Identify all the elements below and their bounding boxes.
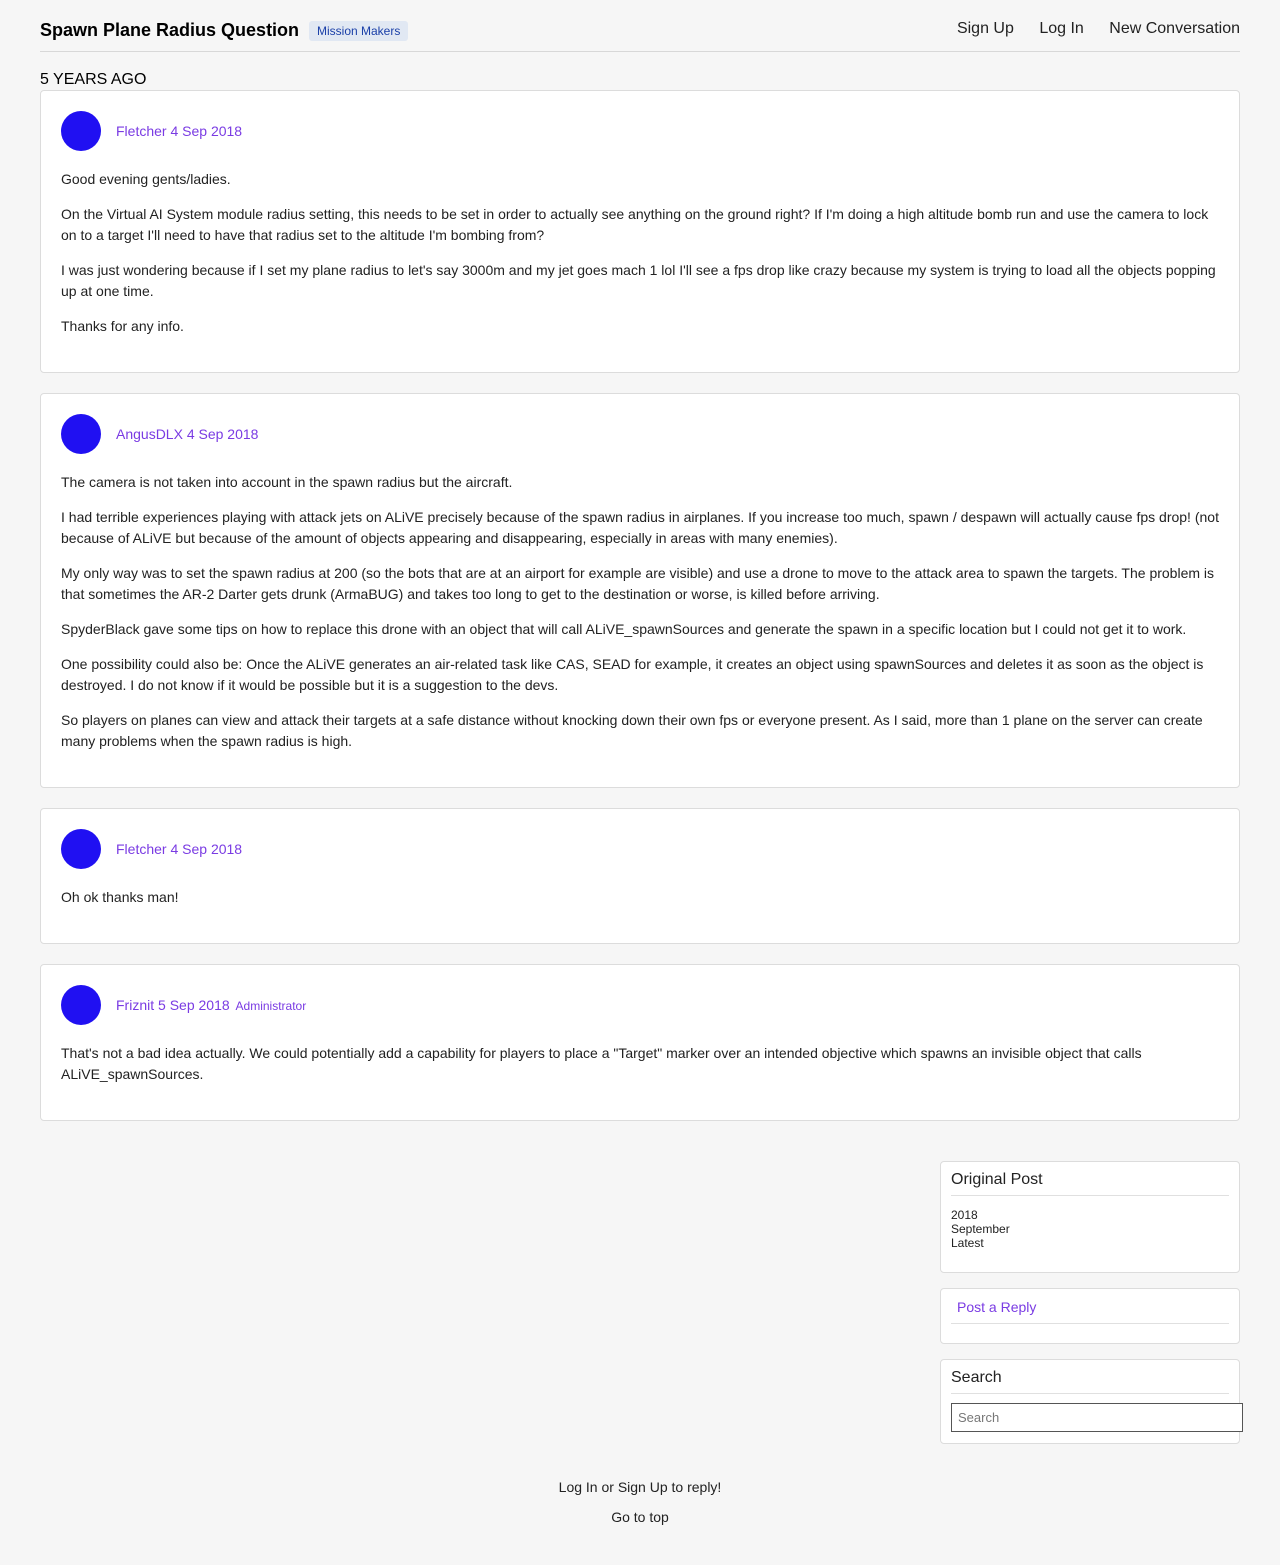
post-reply-link[interactable]: Post a Reply [951,1299,1229,1324]
post-meta[interactable]: AngusDLX 4 Sep 2018 [116,426,258,442]
post-date[interactable]: 5 Sep 2018 [158,997,230,1013]
post-date[interactable]: 4 Sep 2018 [170,123,242,139]
role-badge: Administrator [235,999,307,1013]
timeline-list: 2018 September Latest [951,1208,1010,1250]
post-paragraph: Thanks for any info. [61,318,184,334]
search-input[interactable] [951,1403,1243,1432]
post-paragraph: One possibility could also be: Once the … [61,656,1204,693]
timeline-title[interactable]: Original Post [951,1171,1229,1196]
post-paragraph: On the Virtual AI System module radius s… [61,206,1209,243]
sign-up-link[interactable]: Sign Up [957,20,1014,37]
post-date[interactable]: 4 Sep 2018 [170,841,242,857]
avatar[interactable] [61,414,101,454]
post: Fletcher 4 Sep 2018 Good evening gents/l… [40,90,1240,373]
post-paragraph: I was just wondering because if I set my… [61,262,1216,299]
new-conversation-link[interactable]: New Conversation [1109,20,1240,37]
timeline-item-year[interactable]: 2018 [951,1208,1010,1222]
post: AngusDLX 4 Sep 2018 The camera is not ta… [40,393,1240,788]
post-paragraph: The camera is not taken into account in … [61,474,513,490]
post-body: The camera is not taken into account in … [61,472,1219,766]
post-meta[interactable]: Fletcher 4 Sep 2018 [116,123,242,139]
post-paragraph: I had terrible experiences playing with … [61,509,1219,546]
post-author[interactable]: Friznit [116,997,154,1013]
post-body: Good evening gents/ladies. On the Virtua… [61,169,1219,351]
top-nav: Sign Up Log In New Conversation [936,20,1240,38]
post: Friznit 5 Sep 2018 Administrator That's … [40,964,1240,1121]
timeline-widget: Original Post 2018 September Latest [940,1161,1240,1273]
search-widget: Search [940,1359,1243,1444]
reply-widget: Post a Reply [940,1288,1240,1344]
channel-tag[interactable]: Mission Makers [309,21,409,41]
conversation-title: Spawn Plane Radius Question [40,20,300,40]
search-title: Search [951,1369,1229,1394]
post-meta[interactable]: Friznit 5 Sep 2018 Administrator [116,997,306,1013]
time-divider: 5 YEARS AGO [40,71,147,88]
log-in-link[interactable]: Log In [1039,20,1083,37]
post-paragraph: That's not a bad idea actually. We could… [61,1045,1142,1082]
timeline-item-month[interactable]: September [951,1222,1010,1236]
timeline-item-latest[interactable]: Latest [951,1236,1010,1250]
post-date[interactable]: 4 Sep 2018 [187,426,259,442]
post-author[interactable]: AngusDLX [116,426,183,442]
post-body: That's not a bad idea actually. We could… [61,1043,1219,1099]
page: Spawn Plane Radius Question Mission Make… [0,0,1280,1565]
post-paragraph: Good evening gents/ladies. [61,171,231,187]
avatar[interactable] [61,985,101,1025]
post-paragraph: Oh ok thanks man! [61,889,179,905]
avatar[interactable] [61,111,101,151]
page-header: Spawn Plane Radius Question Mission Make… [40,0,1240,52]
go-to-top-link[interactable]: Go to top [0,1509,1280,1525]
post-author[interactable]: Fletcher [116,841,167,857]
post-paragraph: So players on planes can view and attack… [61,712,1203,749]
post-author[interactable]: Fletcher [116,123,167,139]
post-paragraph: My only way was to set the spawn radius … [61,565,1215,602]
post-meta[interactable]: Fletcher 4 Sep 2018 [116,841,242,857]
post-body: Oh ok thanks man! [61,887,1219,922]
reply-prompt[interactable]: Log In or Sign Up to reply! [0,1479,1280,1495]
avatar[interactable] [61,829,101,869]
post: Fletcher 4 Sep 2018 Oh ok thanks man! [40,808,1240,944]
post-paragraph: SpyderBlack gave some tips on how to rep… [61,621,1187,637]
